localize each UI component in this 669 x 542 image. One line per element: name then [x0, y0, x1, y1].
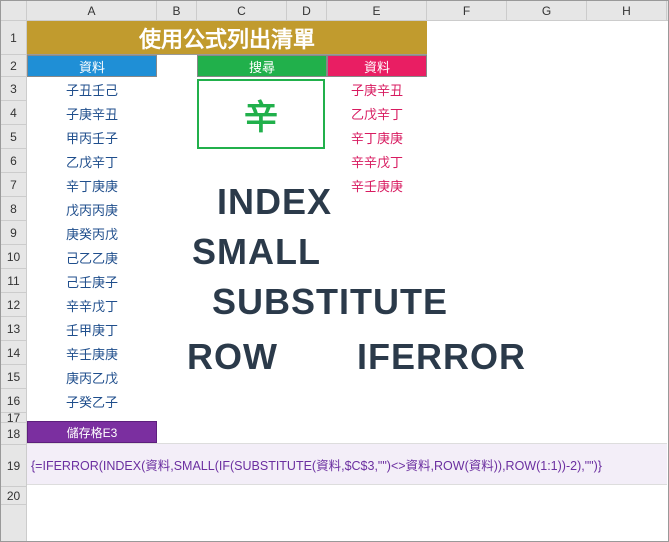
header-data-e: 資料	[327, 55, 427, 77]
title-bar: 使用公式列出清單	[27, 21, 427, 55]
data-a-row[interactable]: 庚癸丙戊	[27, 224, 157, 243]
row-header-6[interactable]: 6	[1, 149, 26, 173]
data-e-row[interactable]: 乙戊辛丁	[327, 104, 427, 123]
col-header-e[interactable]: E	[327, 1, 427, 20]
col-header-c[interactable]: C	[197, 1, 287, 20]
row-header-14[interactable]: 14	[1, 341, 26, 365]
column-headers: ABCDEFGH	[1, 1, 668, 21]
data-e-row[interactable]: 辛辛戊丁	[327, 152, 427, 171]
row-header-13[interactable]: 13	[1, 317, 26, 341]
row-header-19[interactable]: 19	[1, 445, 26, 487]
data-a-row[interactable]: 辛壬庚庚	[27, 344, 157, 363]
row-headers: 1234567891011121314151617181920	[1, 21, 27, 541]
col-header-f[interactable]: F	[427, 1, 507, 20]
row-header-11[interactable]: 11	[1, 269, 26, 293]
row-header-3[interactable]: 3	[1, 77, 26, 101]
fn-small: SMALL	[192, 231, 321, 273]
data-a-row[interactable]: 辛丁庚庚	[27, 176, 157, 195]
col-header-d[interactable]: D	[287, 1, 327, 20]
data-a-row[interactable]: 戊丙丙庚	[27, 200, 157, 219]
data-a-row[interactable]: 庚丙乙戊	[27, 368, 157, 387]
row-header-8[interactable]: 8	[1, 197, 26, 221]
col-header-b[interactable]: B	[157, 1, 197, 20]
data-a-row[interactable]: 乙戊辛丁	[27, 152, 157, 171]
grid-area[interactable]: 使用公式列出清單 資料 搜尋 資料 辛 INDEX SMALL SUBSTITU…	[27, 21, 668, 541]
header-data-a: 資料	[27, 55, 157, 77]
row-header-16[interactable]: 16	[1, 389, 26, 413]
row-header-18[interactable]: 18	[1, 423, 26, 445]
row-header-4[interactable]: 4	[1, 101, 26, 125]
row-header-12[interactable]: 12	[1, 293, 26, 317]
row-header-7[interactable]: 7	[1, 173, 26, 197]
row-header-20[interactable]: 20	[1, 487, 26, 505]
row-header-5[interactable]: 5	[1, 125, 26, 149]
data-e-row[interactable]: 子庚辛丑	[327, 80, 427, 99]
data-a-row[interactable]: 子丑壬己	[27, 80, 157, 99]
col-header-g[interactable]: G	[507, 1, 587, 20]
data-a-row[interactable]: 己壬庚子	[27, 272, 157, 291]
data-a-row[interactable]: 子庚辛丑	[27, 104, 157, 123]
data-a-row[interactable]: 子癸乙子	[27, 392, 157, 411]
row-header-9[interactable]: 9	[1, 221, 26, 245]
data-a-row[interactable]: 辛辛戊丁	[27, 296, 157, 315]
header-search: 搜尋	[197, 55, 327, 77]
fn-substitute: SUBSTITUTE	[212, 281, 448, 323]
search-value-cell[interactable]: 辛	[197, 79, 325, 149]
data-e-row[interactable]: 辛壬庚庚	[327, 176, 427, 195]
fn-index: INDEX	[217, 181, 332, 223]
row-header-2[interactable]: 2	[1, 55, 26, 77]
row-header-17[interactable]: 17	[1, 413, 26, 423]
formula-display: {=IFERROR(INDEX(資料,SMALL(IF(SUBSTITUTE(資…	[27, 443, 667, 485]
data-a-row[interactable]: 壬甲庚丁	[27, 320, 157, 339]
data-a-row[interactable]: 甲丙壬子	[27, 128, 157, 147]
col-header-a[interactable]: A	[27, 1, 157, 20]
row-header-15[interactable]: 15	[1, 365, 26, 389]
cell-reference-label: 儲存格E3	[27, 421, 157, 443]
row-header-10[interactable]: 10	[1, 245, 26, 269]
data-a-row[interactable]: 己乙乙庚	[27, 248, 157, 267]
fn-iferror: IFERROR	[357, 336, 526, 378]
col-header-h[interactable]: H	[587, 1, 667, 20]
fn-row: ROW	[187, 336, 278, 378]
spreadsheet: ABCDEFGH 1234567891011121314151617181920…	[0, 0, 669, 542]
data-e-row[interactable]: 辛丁庚庚	[327, 128, 427, 147]
row-header-1[interactable]: 1	[1, 21, 26, 55]
select-all-corner[interactable]	[1, 1, 27, 20]
